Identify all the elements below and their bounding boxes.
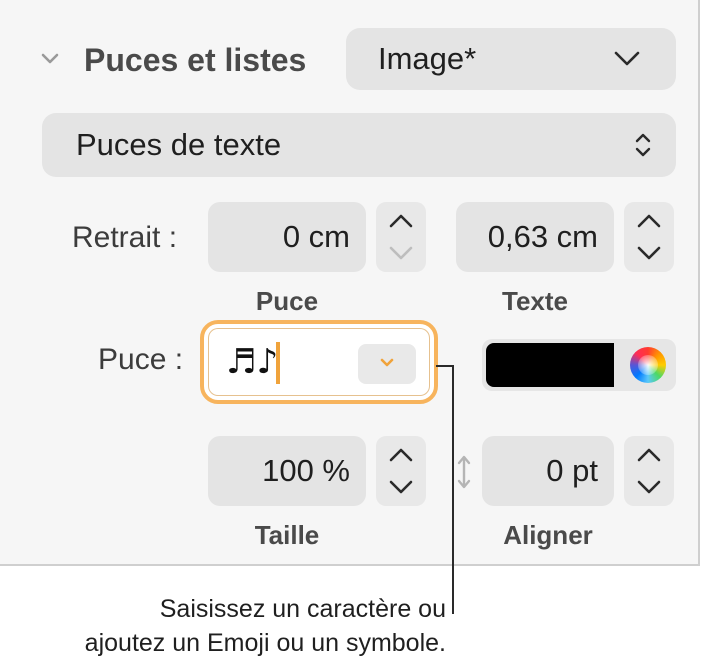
bullet-indent-caption: Puce <box>255 286 319 316</box>
align-stepper[interactable] <box>624 436 674 506</box>
callout-text: Saisissez un caractère ou ajoutez un Emo… <box>0 592 446 660</box>
increment-arrow-icon[interactable] <box>637 448 661 462</box>
bullet-character-input[interactable]: ♬♪ <box>208 328 430 396</box>
bullet-type-value: Puces de texte <box>76 127 282 162</box>
bullets-and-lists-panel: Puces et listes Image* Puces de texte Re… <box>0 0 700 566</box>
bullet-color-well[interactable] <box>482 339 676 391</box>
bullet-character-field[interactable]: ♬♪ <box>200 320 438 404</box>
chevron-down-icon <box>614 51 640 66</box>
size-stepper[interactable] <box>376 436 426 506</box>
align-field[interactable]: 0 pt <box>482 436 614 506</box>
callout-line-1: Saisissez un caractère ou <box>159 595 446 623</box>
text-indent-field[interactable]: 0,63 cm <box>456 202 614 272</box>
decrement-arrow-icon[interactable] <box>389 480 413 494</box>
chevron-down-icon[interactable] <box>40 52 60 66</box>
bullet-character-value: ♬♪ <box>226 342 279 382</box>
increment-arrow-icon[interactable] <box>637 214 661 228</box>
callout-line-2: ajoutez un Emoji ou un symbole. <box>84 629 446 657</box>
decrement-arrow-icon[interactable] <box>389 246 413 260</box>
bullet-indent-field[interactable]: 0 cm <box>208 202 366 272</box>
section-title: Puces et listes <box>84 42 307 78</box>
increment-arrow-icon[interactable] <box>389 214 413 228</box>
text-indent-stepper[interactable] <box>624 202 674 272</box>
text-indent-caption: Texte <box>502 286 568 316</box>
size-caption: Taille <box>254 520 320 550</box>
text-cursor <box>276 342 280 384</box>
bullet-picker-button[interactable] <box>358 344 416 384</box>
list-style-value: Image* <box>378 41 477 76</box>
callout-line <box>452 366 454 614</box>
align-caption: Aligner <box>503 520 593 550</box>
color-wheel-icon[interactable] <box>630 347 666 383</box>
size-field[interactable]: 100 % <box>208 436 366 506</box>
chevron-down-icon <box>380 358 394 367</box>
vertical-align-icon <box>457 455 471 489</box>
increment-arrow-icon[interactable] <box>389 448 413 462</box>
indent-label: Retrait : <box>72 221 178 254</box>
bullet-label: Puce : <box>98 343 184 376</box>
bullet-indent-stepper[interactable] <box>376 202 426 272</box>
decrement-arrow-icon[interactable] <box>637 246 661 260</box>
list-style-popup[interactable]: Image* <box>346 28 676 90</box>
color-swatch[interactable] <box>486 343 614 387</box>
bullet-type-popup[interactable]: Puces de texte <box>42 113 676 177</box>
decrement-arrow-icon[interactable] <box>637 480 661 494</box>
up-down-chevron-icon <box>635 133 651 157</box>
